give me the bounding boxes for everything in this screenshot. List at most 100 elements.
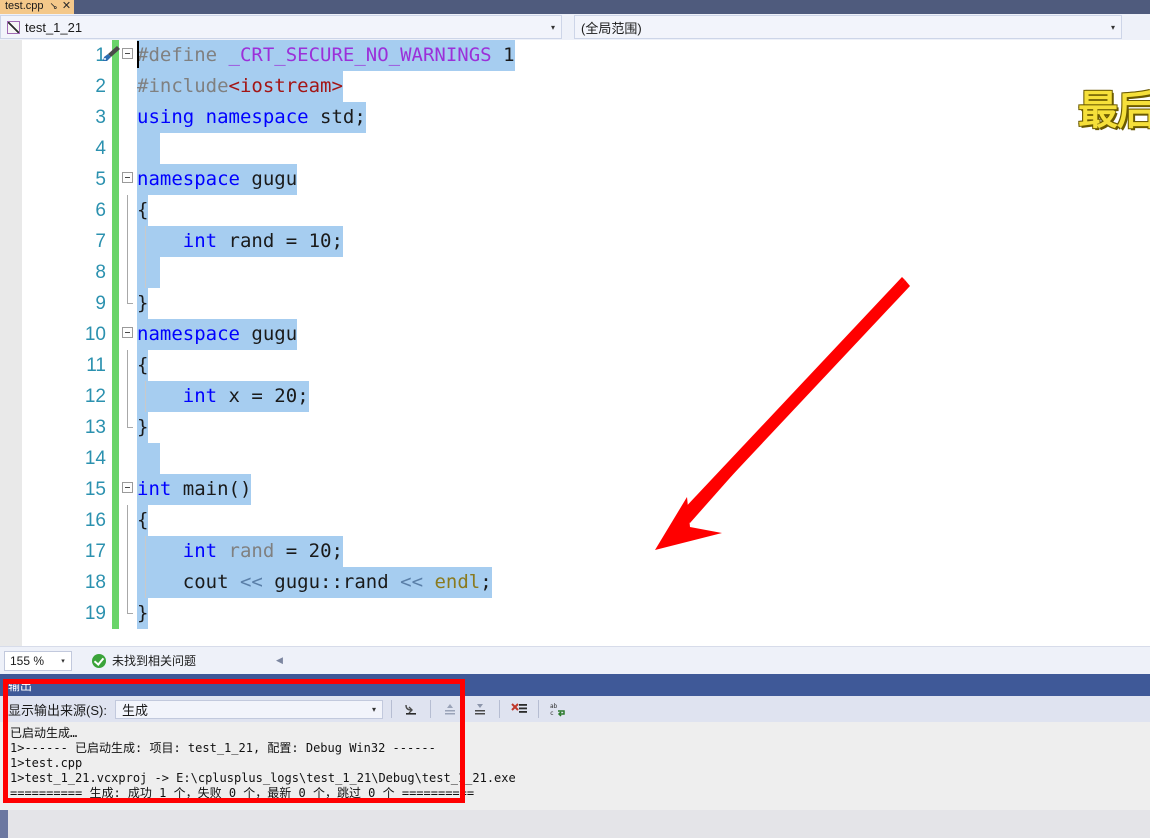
fold-column[interactable]: [119, 133, 137, 164]
fold-column[interactable]: [119, 350, 137, 381]
code-text[interactable]: [137, 133, 1150, 164]
tab-test-cpp[interactable]: test.cpp ⊸ ✕: [0, 0, 75, 14]
fold-column[interactable]: [119, 226, 137, 257]
change-indicator-bar: [112, 288, 119, 319]
toggle-word-wrap-icon[interactable]: ab c: [547, 699, 569, 719]
code-text[interactable]: {: [137, 350, 1150, 381]
code-text[interactable]: }: [137, 598, 1150, 629]
code-line[interactable]: 15 int main(): [0, 474, 1150, 505]
file-scope-value: test_1_21: [25, 19, 83, 35]
code-line[interactable]: 18 cout << gugu::rand << endl;: [0, 567, 1150, 598]
code-line[interactable]: 7 int rand = 10;: [0, 226, 1150, 257]
line-number: 7: [95, 230, 106, 252]
code-lines-container[interactable]: 1 #define _CRT_SECURE_NO_WARNINGS 1 2 #incl…: [0, 40, 1150, 646]
code-text[interactable]: [137, 257, 1150, 288]
fold-column[interactable]: [119, 474, 137, 505]
code-line[interactable]: 14: [0, 443, 1150, 474]
fold-guide-line: [127, 257, 128, 288]
code-text[interactable]: int rand = 10;: [137, 226, 1150, 257]
fold-column[interactable]: [119, 598, 137, 629]
clear-all-icon[interactable]: [508, 699, 530, 719]
change-indicator-bar: [112, 350, 119, 381]
code-editor[interactable]: 1 #define _CRT_SECURE_NO_WARNINGS 1 2 #incl…: [0, 40, 1150, 646]
arrow-up-icon[interactable]: [439, 699, 461, 719]
chevron-down-icon[interactable]: ▾: [545, 23, 561, 32]
code-line[interactable]: 10 namespace gugu: [0, 319, 1150, 350]
issue-status-text: 未找到相关问题: [112, 654, 197, 668]
fold-column[interactable]: [119, 536, 137, 567]
fold-column[interactable]: [119, 412, 137, 443]
issue-prev-icon[interactable]: ◀: [276, 655, 283, 666]
member-scope-dropdown[interactable]: (全局范围) ▾: [574, 15, 1122, 39]
fold-column[interactable]: [119, 319, 137, 350]
code-text[interactable]: {: [137, 505, 1150, 536]
code-text[interactable]: cout << gugu::rand << endl;: [137, 567, 1150, 598]
code-line[interactable]: 17 int rand = 20;: [0, 536, 1150, 567]
code-text[interactable]: }: [137, 288, 1150, 319]
code-token: gugu: [251, 168, 298, 190]
fold-column[interactable]: [119, 443, 137, 474]
change-indicator-bar: [112, 443, 119, 474]
collapse-region-icon[interactable]: [122, 482, 133, 493]
fold-column[interactable]: [119, 257, 137, 288]
chevron-down-icon[interactable]: ▾: [1105, 23, 1121, 32]
code-text[interactable]: int x = 20;: [137, 381, 1150, 412]
arrow-down-icon[interactable]: [469, 699, 491, 719]
selected-text: }: [137, 288, 149, 319]
code-line[interactable]: 6{: [0, 195, 1150, 226]
fold-column[interactable]: [119, 288, 137, 319]
close-icon[interactable]: ✕: [62, 0, 71, 12]
code-line[interactable]: 11 {: [0, 350, 1150, 381]
zoom-level-dropdown[interactable]: 155 % ▾: [4, 650, 72, 671]
code-line[interactable]: 2 #include<iostream>: [0, 71, 1150, 102]
fold-column[interactable]: [119, 102, 137, 133]
code-text[interactable]: using namespace std;: [137, 102, 1150, 133]
file-scope-dropdown[interactable]: test_1_21 ▾: [0, 15, 562, 39]
code-text[interactable]: #define _CRT_SECURE_NO_WARNINGS 1: [137, 40, 1150, 71]
code-line[interactable]: 19}: [0, 598, 1150, 629]
code-line[interactable]: 1 #define _CRT_SECURE_NO_WARNINGS 1: [0, 40, 1150, 71]
code-text[interactable]: namespace gugu: [137, 319, 1150, 350]
fold-column[interactable]: [119, 195, 137, 226]
code-line[interactable]: 5 namespace gugu: [0, 164, 1150, 195]
collapse-region-icon[interactable]: [122, 48, 133, 59]
paintbrush-icon[interactable]: [100, 44, 122, 64]
code-text[interactable]: namespace gugu: [137, 164, 1150, 195]
line-number: 9: [95, 292, 106, 314]
go-to-source-icon[interactable]: [400, 699, 422, 719]
fold-guide-line: [127, 288, 133, 304]
collapse-region-icon[interactable]: [122, 327, 133, 338]
code-line[interactable]: 12 int x = 20;: [0, 381, 1150, 412]
code-line[interactable]: 4: [0, 133, 1150, 164]
code-text[interactable]: #include<iostream>: [137, 71, 1150, 102]
pin-icon[interactable]: ⊸: [46, 0, 60, 13]
code-line[interactable]: 16 {: [0, 505, 1150, 536]
fold-column[interactable]: [119, 164, 137, 195]
selected-text: using namespace std;: [137, 102, 366, 133]
output-source-dropdown[interactable]: 生成 ▾: [114, 699, 383, 719]
code-text[interactable]: int rand = 20;: [137, 536, 1150, 567]
change-indicator-bar: [112, 536, 119, 567]
code-line[interactable]: 8: [0, 257, 1150, 288]
fold-column[interactable]: [119, 381, 137, 412]
line-number: 13: [84, 416, 106, 438]
code-line[interactable]: 3 using namespace std;: [0, 102, 1150, 133]
selected-text: int x = 20;: [137, 381, 309, 412]
code-text[interactable]: }: [137, 412, 1150, 443]
fold-column[interactable]: [119, 505, 137, 536]
code-line[interactable]: 13}: [0, 412, 1150, 443]
collapse-region-icon[interactable]: [122, 172, 133, 183]
chevron-down-icon[interactable]: ▾: [55, 657, 71, 665]
code-text[interactable]: int main(): [137, 474, 1150, 505]
fold-column[interactable]: [119, 71, 137, 102]
selected-text: [137, 133, 160, 164]
code-text[interactable]: {: [137, 195, 1150, 226]
chevron-down-icon[interactable]: ▾: [366, 705, 382, 714]
selected-text: [137, 257, 160, 288]
fold-guide-line: [127, 598, 133, 614]
code-line[interactable]: 9}: [0, 288, 1150, 319]
fold-column[interactable]: [119, 567, 137, 598]
code-text[interactable]: [137, 443, 1150, 474]
